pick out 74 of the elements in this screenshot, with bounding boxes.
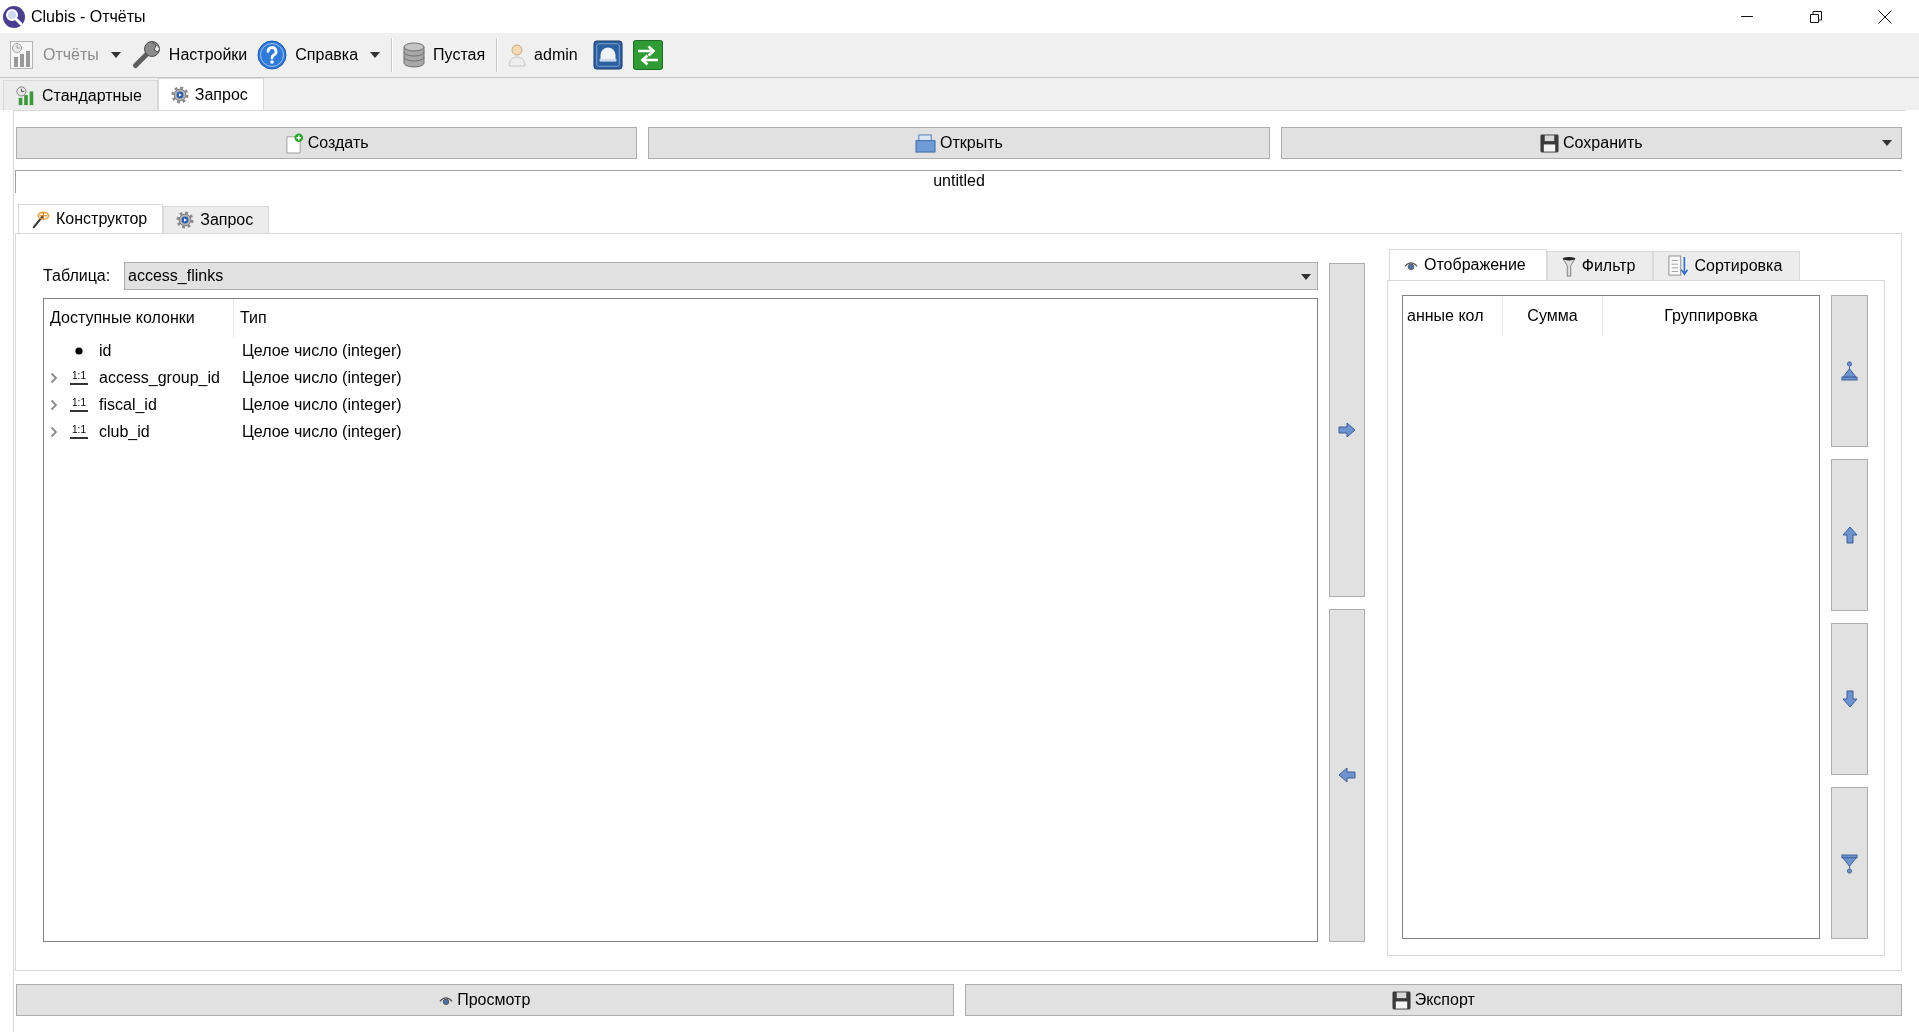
tab[interactable]: Сортировка <box>1653 251 1801 280</box>
bullet-icon <box>75 346 83 355</box>
arrow-to-bottom-icon <box>1841 852 1858 874</box>
exchange-arrows-icon[interactable] <box>632 40 663 70</box>
tab[interactable]: Стандартные <box>3 80 158 110</box>
action-button[interactable]: Сохранить <box>1280 127 1902 159</box>
tab[interactable]: Запрос <box>163 206 270 233</box>
new-document-icon <box>284 132 304 154</box>
move-button[interactable] <box>1831 787 1868 939</box>
down-arrow-icon <box>1841 690 1858 708</box>
gear-icon <box>176 211 195 229</box>
column-header[interactable]: Доступные колонки <box>44 299 234 337</box>
toolbar-button[interactable]: Пустая <box>398 36 491 74</box>
chevron-icon[interactable] <box>50 425 58 438</box>
cardinality-label: 1:1 <box>70 370 88 385</box>
field-label: Таблица: <box>43 267 112 285</box>
cardinality-label: 1:1 <box>70 397 88 412</box>
dome-icon[interactable] <box>592 40 623 70</box>
restore-icon <box>1809 10 1822 23</box>
action-button[interactable]: Просмотр <box>16 984 954 1016</box>
column-header[interactable]: анные кол <box>1403 296 1503 336</box>
column-header[interactable]: Тип <box>234 299 1317 337</box>
database-icon <box>403 42 426 68</box>
sort-list-icon <box>1668 255 1689 277</box>
action-button[interactable]: Открыть <box>648 127 1270 159</box>
toolbar-button[interactable]: Настройки <box>125 36 253 74</box>
tree-item-label[interactable]: club_id <box>99 422 150 441</box>
close-icon <box>1877 9 1892 24</box>
file-name-field[interactable]: untitled <box>15 170 1902 193</box>
table-cell-text: Целое число (integer) <box>241 368 403 387</box>
table-cell-text: Целое число (integer) <box>241 395 403 414</box>
tab[interactable]: Фильтр <box>1546 251 1654 280</box>
column-header[interactable]: Сумма <box>1503 296 1603 336</box>
toolbar-button[interactable]: admin <box>503 36 583 74</box>
action-button[interactable]: Экспорт <box>964 984 1902 1016</box>
window-title: Clubis - Отчёты <box>31 7 146 26</box>
cardinality-label: 1:1 <box>70 424 88 439</box>
magic-wand-icon <box>31 209 50 229</box>
wrench-icon <box>130 40 161 70</box>
report-chart-icon <box>9 40 35 70</box>
tab[interactable]: Отображение <box>1389 249 1547 280</box>
chevron-icon[interactable] <box>50 371 58 384</box>
gear-icon <box>170 85 189 104</box>
add-column-button[interactable] <box>1329 263 1365 597</box>
arrow-to-top-icon <box>1841 360 1858 382</box>
tab[interactable]: Запрос <box>157 78 264 110</box>
right-arrow-icon <box>1338 421 1356 438</box>
toolbar-button[interactable]: Справка <box>252 36 386 74</box>
tree-item-label[interactable]: id <box>99 341 112 360</box>
eye-icon <box>1404 259 1418 271</box>
user-icon <box>508 43 527 67</box>
magnifier-icon <box>3 5 25 28</box>
table-cell-text: Целое число (integer) <box>241 422 403 441</box>
up-arrow-icon <box>1841 526 1858 544</box>
tree-item-label[interactable]: access_group_id <box>99 368 220 387</box>
table-cell-text: Целое число (integer) <box>241 341 403 360</box>
left-arrow-icon <box>1338 767 1356 784</box>
remove-column-button[interactable] <box>1329 608 1365 942</box>
tab[interactable]: Конструктор <box>18 204 164 233</box>
funnel-icon <box>1561 255 1576 277</box>
action-button[interactable]: Создать <box>16 127 638 159</box>
column-header[interactable]: Группировка <box>1603 296 1819 336</box>
help-icon <box>257 40 288 70</box>
move-button[interactable] <box>1831 295 1868 447</box>
bar-chart-icon <box>16 85 36 106</box>
tree-item-label[interactable]: fiscal_id <box>99 395 157 414</box>
caret-icon <box>1301 274 1311 280</box>
document-icon <box>915 133 937 153</box>
eye-icon <box>439 994 454 1006</box>
move-button[interactable] <box>1831 623 1868 775</box>
minimize-icon <box>1740 15 1753 18</box>
move-button[interactable] <box>1831 459 1868 611</box>
chevron-icon[interactable] <box>50 398 58 411</box>
table-select[interactable]: access_flinks <box>124 262 1318 290</box>
